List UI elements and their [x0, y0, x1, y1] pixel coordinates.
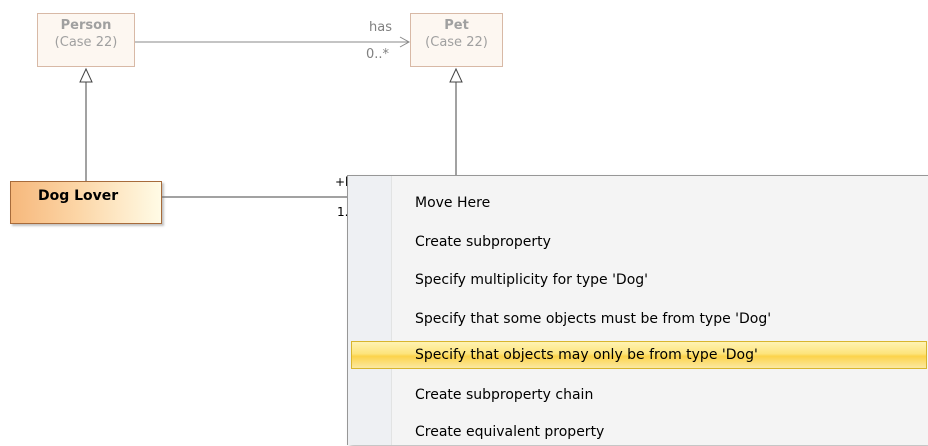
association-role-label: has [369, 20, 392, 35]
context-menu: Move Here Create subproperty Specify mul… [347, 175, 928, 445]
pet-class[interactable]: Pet (Case 22) [410, 13, 503, 67]
association-multiplicity-label: 0..* [366, 47, 390, 62]
person-class[interactable]: Person (Case 22) [37, 13, 135, 67]
menu-item-move-here[interactable]: Move Here [351, 189, 927, 217]
menu-item-create-subproperty-chain[interactable]: Create subproperty chain [351, 381, 927, 409]
menu-item-create-subproperty[interactable]: Create subproperty [351, 228, 927, 256]
dog-lover-class-name: Dog Lover [38, 188, 119, 204]
generalization-arrowhead-person [79, 67, 93, 83]
pet-class-name: Pet [444, 18, 469, 33]
person-class-name: Person [60, 18, 112, 33]
menu-item-specify-objects-only[interactable]: Specify that objects may only be from ty… [351, 341, 927, 369]
menu-item-specify-multiplicity[interactable]: Specify multiplicity for type 'Dog' [351, 266, 927, 294]
dog-lover-class[interactable]: Dog Lover [10, 181, 162, 224]
generalization-arrowhead-pet [449, 67, 463, 83]
menu-item-specify-some-objects[interactable]: Specify that some objects must be from t… [351, 305, 927, 333]
person-class-stereotype: (Case 22) [54, 35, 118, 50]
pet-class-stereotype: (Case 22) [425, 35, 488, 50]
menu-item-create-equivalent-property[interactable]: Create equivalent property [351, 418, 927, 446]
